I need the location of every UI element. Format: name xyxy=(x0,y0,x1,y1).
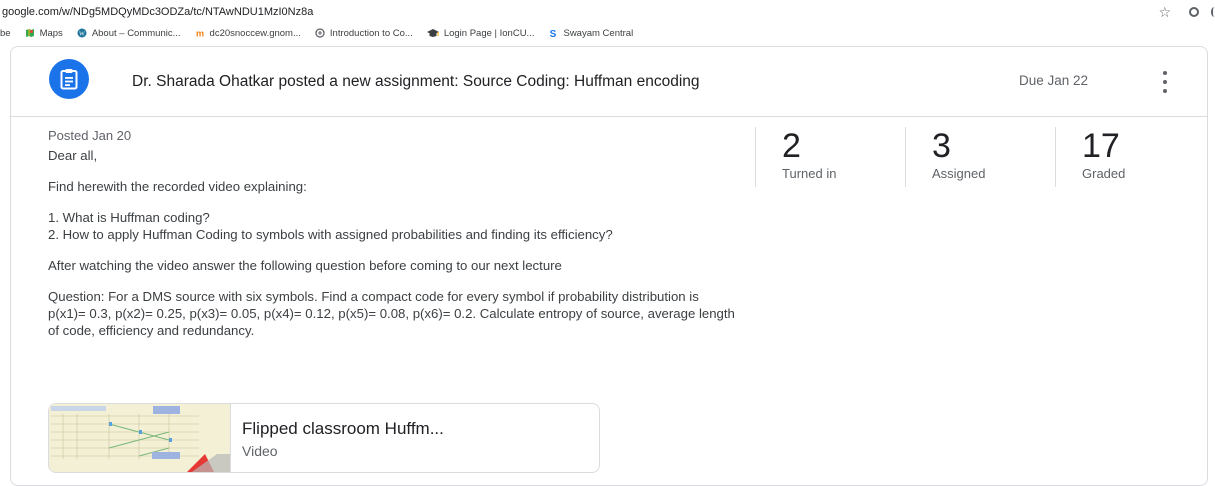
moodle-icon: m xyxy=(196,29,204,39)
bookmark-label: Introduction to Co... xyxy=(329,27,413,39)
bookmark-label: Maps xyxy=(39,27,63,39)
bookmark-label: be xyxy=(0,27,11,39)
bookmark-label: dc20snoccew.gnom... xyxy=(209,27,301,39)
video-thumbnail xyxy=(49,404,231,472)
bookmark-item[interactable]: Maps xyxy=(25,28,63,39)
globe-icon xyxy=(315,28,325,38)
url-text[interactable]: google.com/w/NDg5MDQyMDc3ODZa/tc/NTAwNDU… xyxy=(0,6,313,18)
description-paragraph: 1. What is Huffman coding? 2. How to app… xyxy=(48,210,613,242)
profile-icon[interactable] xyxy=(1211,7,1215,17)
more-options-icon[interactable] xyxy=(1161,71,1169,93)
stat-graded[interactable]: 17 Graded xyxy=(1055,127,1205,187)
bookmark-item[interactable]: Introduction to Co... xyxy=(315,28,413,39)
bookmark-label: About – Communic... xyxy=(91,27,181,39)
assignment-title: Dr. Sharada Ohatkar posted a new assignm… xyxy=(132,73,700,90)
description-paragraph: Find herewith the recorded video explain… xyxy=(48,179,307,194)
graduation-icon xyxy=(426,29,439,37)
submission-stats: 2 Turned in 3 Assigned 17 Graded xyxy=(755,127,1207,187)
stat-assigned[interactable]: 3 Assigned xyxy=(905,127,1055,187)
assignment-description: Posted Jan 20 Dear all, Find herewith th… xyxy=(48,127,738,353)
bookmark-label: Swayam Central xyxy=(563,27,634,39)
bookmark-item[interactable]: be xyxy=(0,28,11,39)
bookmark-item[interactable]: Login Page | IonCU... xyxy=(426,27,535,39)
svg-text:W: W xyxy=(79,31,85,37)
bookmarks-bar: be Maps W About – Communic... m dc20snoc… xyxy=(0,24,1215,42)
stat-label: Graded xyxy=(1082,166,1126,181)
address-bar[interactable]: google.com/w/NDg5MDQyMDc3ODZa/tc/NTAwNDU… xyxy=(0,0,1215,24)
assignment-card: Dr. Sharada Ohatkar posted a new assignm… xyxy=(10,46,1208,486)
assignment-icon xyxy=(49,59,89,99)
bookmark-item[interactable]: W About – Communic... xyxy=(77,28,181,39)
bookmark-item[interactable]: m dc20snoccew.gnom... xyxy=(195,28,301,39)
description-paragraph: Question: For a DMS source with six symb… xyxy=(48,289,735,338)
assignment-header[interactable]: Dr. Sharada Ohatkar posted a new assignm… xyxy=(11,47,1207,117)
stat-number: 17 xyxy=(1082,127,1120,165)
svg-text:S: S xyxy=(550,29,557,38)
description-paragraph: After watching the video answer the foll… xyxy=(48,258,562,273)
extension-icon[interactable] xyxy=(1189,7,1199,17)
due-date: Due Jan 22 xyxy=(1019,73,1089,88)
bookmark-item[interactable]: S Swayam Central xyxy=(548,28,633,39)
stat-turned-in[interactable]: 2 Turned in xyxy=(755,127,905,187)
video-attachment[interactable]: Flipped classroom Huffm... Video xyxy=(48,403,600,473)
stat-number: 3 xyxy=(932,127,951,165)
bookmark-star-icon[interactable]: ☆ xyxy=(1158,4,1171,21)
svg-text:m: m xyxy=(196,29,204,39)
stat-label: Assigned xyxy=(932,166,986,181)
stat-label: Turned in xyxy=(782,166,837,181)
description-paragraph: Dear all, xyxy=(48,148,98,163)
maps-icon xyxy=(25,29,34,37)
bookmark-label: Login Page | IonCU... xyxy=(443,27,535,39)
stat-number: 2 xyxy=(782,127,801,165)
attachment-type: Video xyxy=(242,443,278,459)
swayam-icon: S xyxy=(550,29,557,38)
posted-date: Posted Jan 20 xyxy=(48,128,132,143)
attachment-title: Flipped classroom Huffm... xyxy=(242,419,444,438)
wordpress-icon: W xyxy=(77,28,87,38)
